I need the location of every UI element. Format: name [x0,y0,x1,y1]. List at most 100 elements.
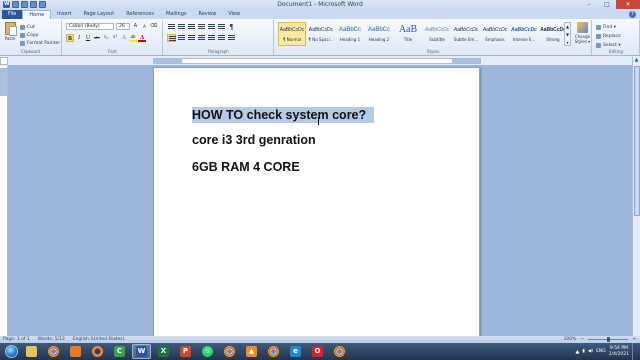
tab-review[interactable]: Review [192,10,222,19]
show-desktop-button[interactable] [632,343,638,360]
vertical-scrollbar[interactable]: ▲ [632,57,640,336]
style-strong[interactable]: AaBbCcDc Strong [539,22,567,46]
style-heading-2[interactable]: AaBbCc Heading 2 [365,22,393,46]
zoom-knob[interactable] [607,337,611,342]
page-count[interactable]: Page: 1 of 1 [3,336,30,343]
align-center-button[interactable] [177,34,186,42]
minimize-button[interactable]: – [580,0,598,9]
status-bar: Page: 1 of 1 Words: 5/13 English (United… [0,336,640,343]
tray-expand-icon[interactable]: ▲ [576,349,580,355]
volume-icon[interactable]: ◀) [588,349,593,354]
scroll-thumb[interactable] [634,66,640,216]
window-controls: – □ ✕ [580,0,640,9]
language-status[interactable]: English (United States) [73,336,125,343]
copy-button[interactable]: Copy [20,31,60,39]
network-icon[interactable]: ▮ [582,349,584,354]
clock[interactable]: 9:54 PM 2/4/2021 [609,346,629,358]
highlight-button[interactable]: ab [129,34,137,42]
ruler-toggle[interactable] [0,57,8,65]
vertical-ruler[interactable] [0,66,8,336]
doc-line-3[interactable]: 6GB RAM 4 CORE [192,160,300,174]
document-page[interactable]: HOW TO check system core? core i3 3rd ge… [153,67,480,342]
style-no-spacing[interactable]: AaBbCcDc ¶ No Spaci... [307,22,335,46]
zoom-out-icon[interactable]: − [580,336,584,343]
chrome-icon[interactable] [330,344,349,359]
zoom-level[interactable]: 100% [564,336,577,343]
style-normal[interactable]: AaBbCcDc ¶ Normal [278,22,306,46]
horizontal-ruler[interactable] [153,58,481,64]
find-button[interactable]: Find ▾ [596,23,621,32]
style-subtitle[interactable]: AaBbCcDc Subtitle [423,22,451,46]
tab-page-layout[interactable]: Page Layout [77,10,120,19]
line-spacing-button[interactable] [207,34,216,42]
doc-line-2[interactable]: core i3 3rd genration [192,133,316,147]
media-player-icon[interactable] [66,344,85,359]
shading-button[interactable] [217,34,226,42]
help-icon[interactable]: ? [629,11,636,18]
shrink-font-button[interactable]: A [141,23,148,30]
whatsapp-icon[interactable]: ☏ [198,344,217,359]
camtasia-icon[interactable]: C [110,344,129,359]
tab-file[interactable]: File [2,10,23,19]
replace-button[interactable]: Replace [596,32,621,41]
zoom-slider[interactable] [588,337,629,342]
maximize-button[interactable]: □ [598,0,616,9]
font-color-button[interactable]: A [138,34,146,42]
powerpoint-icon[interactable]: P [176,344,195,359]
firefox-icon[interactable] [88,344,107,359]
tab-insert[interactable]: Insert [51,10,77,19]
tab-home[interactable]: Home [22,10,52,19]
chrome-icon[interactable] [264,344,283,359]
text-effects-icon[interactable]: A [120,34,128,42]
close-button[interactable]: ✕ [616,0,640,9]
style-intense-emphasis[interactable]: AaBbCcDc Intense E... [510,22,538,46]
edge-icon[interactable]: e [286,344,305,359]
italic-button[interactable]: I [75,34,83,42]
tab-view[interactable]: View [222,10,246,19]
tab-mailings[interactable]: Mailings [160,10,193,19]
increase-indent-button[interactable] [207,23,216,31]
scroll-up-icon[interactable]: ▲ [633,57,640,64]
paste-button[interactable]: Paste [3,22,17,46]
style-heading-1[interactable]: AaBbCc Heading 1 [336,22,364,46]
styles-scroll[interactable]: ▲ ▼ ▾ [564,22,571,46]
underline-button[interactable]: U [84,34,92,42]
excel-icon[interactable]: X [154,344,173,359]
format-painter-button[interactable]: Format Painter [20,39,60,47]
multilevel-list-button[interactable] [187,23,196,31]
style-title[interactable]: AaB Title [394,22,422,46]
chrome-icon[interactable] [220,344,239,359]
subscript-button[interactable]: x₂ [102,34,110,42]
decrease-indent-button[interactable] [197,23,206,31]
tab-references[interactable]: References [120,10,160,19]
clear-format-icon[interactable]: ⌫ [150,23,157,30]
style-subtle-emphasis[interactable]: AaBbCcDc Subtle Em... [452,22,480,46]
opera-icon[interactable]: O [308,344,327,359]
grow-font-button[interactable]: A [132,23,139,30]
start-button[interactable] [1,343,21,360]
change-styles-button[interactable]: Change Styles ▾ [574,22,591,44]
cut-button[interactable]: Cut [20,23,60,31]
align-left-button[interactable] [167,34,176,42]
folder-icon[interactable] [22,344,41,359]
font-name-combo[interactable]: Calibri (Body) [66,23,114,30]
doc-line-1-selected[interactable]: HOW TO check system core? [192,107,375,123]
superscript-button[interactable]: x² [111,34,119,42]
borders-button[interactable] [227,34,236,42]
word-count[interactable]: Words: 5/13 [38,336,65,343]
strikethrough-button[interactable]: abc [93,34,101,42]
chrome-icon[interactable] [44,344,63,359]
justify-button[interactable] [197,34,206,42]
align-right-button[interactable] [187,34,196,42]
numbering-button[interactable] [177,23,186,31]
font-size-combo[interactable]: 26 [116,23,130,30]
sort-button[interactable] [217,23,226,31]
bullets-button[interactable] [167,23,176,31]
zoom-in-icon[interactable]: + [632,336,636,343]
style-emphasis[interactable]: AaBbCcDc Emphasis [481,22,509,46]
word-icon[interactable]: W [132,344,151,359]
show-marks-button[interactable]: ¶ [227,23,236,31]
keyboard-language[interactable]: ENG [596,349,606,354]
vlc-icon[interactable]: ▲ [242,344,261,359]
bold-button[interactable]: B [66,34,74,42]
